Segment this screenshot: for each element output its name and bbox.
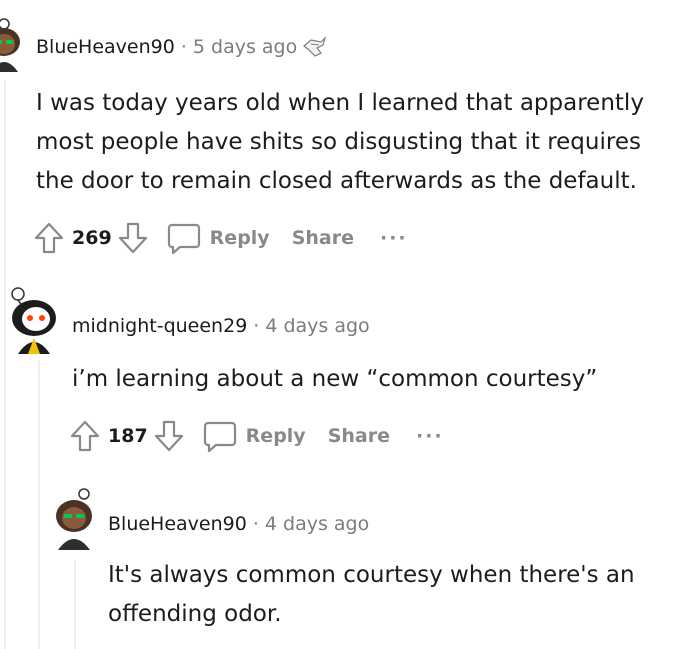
username[interactable]: BlueHeaven90: [36, 36, 175, 58]
username[interactable]: midnight-queen29: [72, 315, 247, 337]
comment-actions: 187 Reply Share ···: [70, 420, 444, 452]
comment-meta: midnight-queen29 · 4 days ago: [72, 315, 370, 337]
timestamp[interactable]: 4 days ago: [265, 315, 369, 337]
more-options-button[interactable]: ···: [380, 227, 408, 249]
timestamp[interactable]: 4 days ago: [265, 513, 369, 535]
share-button[interactable]: Share: [328, 425, 390, 447]
comment-text-line: It's always common courtesy when there's…: [108, 562, 635, 588]
reply-button[interactable]: Reply: [246, 425, 306, 447]
comment-meta: BlueHeaven90 · 5 days ago: [36, 36, 327, 58]
username[interactable]: BlueHeaven90: [108, 513, 247, 535]
upvote-icon[interactable]: [70, 420, 100, 452]
vote-count: 269: [72, 227, 112, 249]
meta-separator: ·: [252, 513, 259, 535]
avatar[interactable]: [48, 488, 100, 550]
more-options-button[interactable]: ···: [416, 425, 444, 447]
downvote-icon[interactable]: [154, 420, 184, 452]
thread-line[interactable]: [74, 560, 76, 649]
avatar[interactable]: [0, 18, 26, 72]
comment-text-line: most people have shits so disgusting tha…: [36, 129, 641, 155]
meta-separator: ·: [180, 36, 187, 58]
vote-count: 187: [108, 425, 148, 447]
comment-text-line: offending odor.: [108, 601, 282, 627]
upvote-icon[interactable]: [34, 222, 64, 254]
thread-line[interactable]: [4, 80, 6, 649]
reply-icon[interactable]: [202, 420, 238, 452]
reply-icon[interactable]: [166, 222, 202, 254]
comment-thread: BlueHeaven90 · 5 days ago I was today ye…: [0, 0, 700, 649]
comment-text-line: i’m learning about a new “common courtes…: [72, 366, 598, 392]
timestamp[interactable]: 5 days ago: [193, 36, 297, 58]
comment-meta: BlueHeaven90 · 4 days ago: [108, 513, 369, 535]
meta-separator: ·: [253, 315, 260, 337]
comment-text-line: I was today years old when I learned tha…: [36, 90, 644, 116]
comment-text-line: the door to remain closed afterwards as …: [36, 168, 637, 194]
reply-button[interactable]: Reply: [210, 227, 270, 249]
award-icon[interactable]: [301, 36, 327, 58]
comment-body: i’m learning about a new “common courtes…: [72, 360, 672, 399]
comment-body: I was today years old when I learned tha…: [36, 84, 676, 201]
thread-line[interactable]: [38, 360, 40, 649]
share-button[interactable]: Share: [292, 227, 354, 249]
avatar[interactable]: [4, 284, 60, 354]
downvote-icon[interactable]: [118, 222, 148, 254]
comment-actions: 269 Reply Share ···: [34, 222, 408, 254]
comment-body: It's always common courtesy when there's…: [108, 556, 688, 634]
